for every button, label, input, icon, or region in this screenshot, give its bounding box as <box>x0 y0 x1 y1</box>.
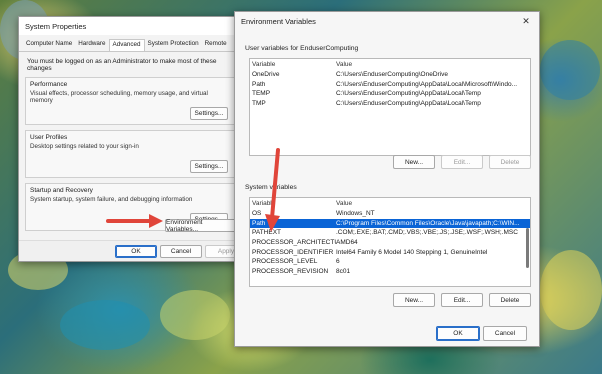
user-profiles-desc: Desktop settings related to your sign-in <box>30 143 139 150</box>
system-properties-title: System Properties <box>25 21 87 31</box>
wallpaper-blob <box>160 290 230 340</box>
variable-name: PROCESSOR_IDENTIFIER <box>252 248 334 256</box>
wallpaper-blob <box>540 250 602 330</box>
tab-system-protection[interactable]: System Protection <box>145 39 202 51</box>
list-item[interactable]: PROCESSOR_LEVEL 6 <box>250 257 530 267</box>
tab-strip: Computer Name Hardware Advanced System P… <box>19 35 241 52</box>
variable-name: TMP <box>252 100 266 108</box>
variable-value: .COM;.EXE;.BAT;.CMD;.VBS;.VBE;.JS;.JSE;.… <box>336 229 518 237</box>
variable-value: Windows_NT <box>336 210 375 218</box>
env-titlebar: Environment Variables ✕ <box>235 12 539 30</box>
system-variables-label: System variables <box>245 184 297 191</box>
env-title: Environment Variables <box>241 16 316 26</box>
tab-hardware[interactable]: Hardware <box>75 39 108 51</box>
list-item[interactable]: TEMP C:\Users\EnduserComputing\AppData\L… <box>250 89 530 99</box>
user-edit-button[interactable]: Edit... <box>441 155 483 169</box>
performance-title: Performance <box>30 81 68 88</box>
system-edit-button[interactable]: Edit... <box>441 293 483 307</box>
user-profiles-title: User Profiles <box>30 134 68 141</box>
list-item[interactable]: PROCESSOR_IDENTIFIER Intel64 Family 6 Mo… <box>250 247 530 257</box>
performance-group: Performance Visual effects, processor sc… <box>25 77 235 125</box>
variable-value: Intel64 Family 6 Model 140 Stepping 1, G… <box>336 248 488 256</box>
tab-remote[interactable]: Remote <box>202 39 230 51</box>
tab-advanced[interactable]: Advanced <box>108 39 145 51</box>
user-delete-button[interactable]: Delete <box>489 155 531 169</box>
env-ok-button[interactable]: OK <box>436 326 480 341</box>
variable-value: AMD64 <box>336 239 358 247</box>
user-new-button[interactable]: New... <box>393 155 435 169</box>
variable-value: 6 <box>336 258 340 266</box>
variable-value: C:\Program Files\Common Files\Oracle\Jav… <box>336 219 520 227</box>
list-item[interactable]: Path C:\Users\EnduserComputing\AppData\L… <box>250 80 530 90</box>
system-new-button[interactable]: New... <box>393 293 435 307</box>
scrollbar-thumb[interactable] <box>526 228 529 268</box>
list-item[interactable]: PROCESSOR_ARCHITECTU... AMD64 <box>250 238 530 248</box>
variable-name: Path <box>252 80 266 88</box>
advanced-tab-body: You must be logged on as an Administrato… <box>19 52 241 241</box>
env-cancel-button[interactable]: Cancel <box>483 326 527 341</box>
performance-settings-button[interactable]: Settings... <box>190 107 228 120</box>
list-item[interactable]: PROCESSOR_REVISION 8c01 <box>250 267 530 277</box>
tab-computer-name[interactable]: Computer Name <box>23 39 75 51</box>
admin-note: You must be logged on as an Administrato… <box>27 58 217 72</box>
variable-name: Path <box>252 219 266 227</box>
variable-name: OS <box>252 210 262 218</box>
startup-desc: System startup, system failure, and debu… <box>30 196 193 203</box>
variable-name: PROCESSOR_REVISION <box>252 267 329 275</box>
variable-value: 8c01 <box>336 267 351 275</box>
performance-desc: Visual effects, processor scheduling, me… <box>30 90 208 104</box>
system-variables-list[interactable]: Variable Value OS Windows_NT Path C:\Pro… <box>249 197 531 287</box>
system-properties-footer: OK Cancel Apply <box>19 240 247 261</box>
list-item[interactable]: OS Windows_NT <box>250 209 530 219</box>
user-variables-label: User variables for EnduserComputing <box>245 45 359 52</box>
variable-name: TEMP <box>252 90 271 98</box>
user-variables-list[interactable]: Variable Value OneDrive C:\Users\Enduser… <box>249 58 531 156</box>
sysprop-ok-button[interactable]: OK <box>115 245 157 258</box>
col-value-header[interactable]: Value <box>336 61 530 68</box>
user-profiles-settings-button[interactable]: Settings... <box>190 160 228 173</box>
variable-value: C:\Users\EnduserComputing\AppData\Local\… <box>336 90 481 98</box>
col-variable-header[interactable]: Variable <box>250 61 336 68</box>
wallpaper-blob <box>60 300 150 350</box>
system-delete-button[interactable]: Delete <box>489 293 531 307</box>
wallpaper-blob <box>540 40 600 100</box>
variable-value: C:\Users\EnduserComputing\AppData\Local\… <box>336 100 481 108</box>
startup-title: Startup and Recovery <box>30 187 93 194</box>
user-profiles-group: User Profiles Desktop settings related t… <box>25 130 235 178</box>
variable-name: PROCESSOR_LEVEL <box>252 258 318 266</box>
variable-name: OneDrive <box>252 71 280 79</box>
environment-variables-window: Environment Variables ✕ User variables f… <box>234 11 540 347</box>
sysprop-cancel-button[interactable]: Cancel <box>160 245 202 258</box>
system-properties-titlebar: System Properties <box>19 17 241 35</box>
variable-name: PATHEXT <box>252 229 282 237</box>
user-list-header: Variable Value <box>250 59 530 70</box>
list-item-selected[interactable]: Path C:\Program Files\Common Files\Oracl… <box>250 218 530 229</box>
col-variable-header[interactable]: Variable <box>250 200 336 207</box>
system-properties-window: System Properties Computer Name Hardware… <box>18 16 247 262</box>
variable-name: PROCESSOR_ARCHITECTU... <box>252 239 336 247</box>
variable-value: C:\Users\EnduserComputing\OneDrive <box>336 71 448 79</box>
list-item[interactable]: PATHEXT .COM;.EXE;.BAT;.CMD;.VBS;.VBE;.J… <box>250 228 530 238</box>
list-item[interactable]: TMP C:\Users\EnduserComputing\AppData\Lo… <box>250 99 530 109</box>
list-item[interactable]: OneDrive C:\Users\EnduserComputing\OneDr… <box>250 70 530 80</box>
environment-variables-button[interactable]: Environment Variables... <box>165 219 237 233</box>
variable-value: C:\Users\EnduserComputing\AppData\Local\… <box>336 80 517 88</box>
col-value-header[interactable]: Value <box>336 200 530 207</box>
close-icon[interactable]: ✕ <box>519 14 533 28</box>
system-list-scrollbar[interactable] <box>526 210 529 280</box>
system-list-header: Variable Value <box>250 198 530 209</box>
